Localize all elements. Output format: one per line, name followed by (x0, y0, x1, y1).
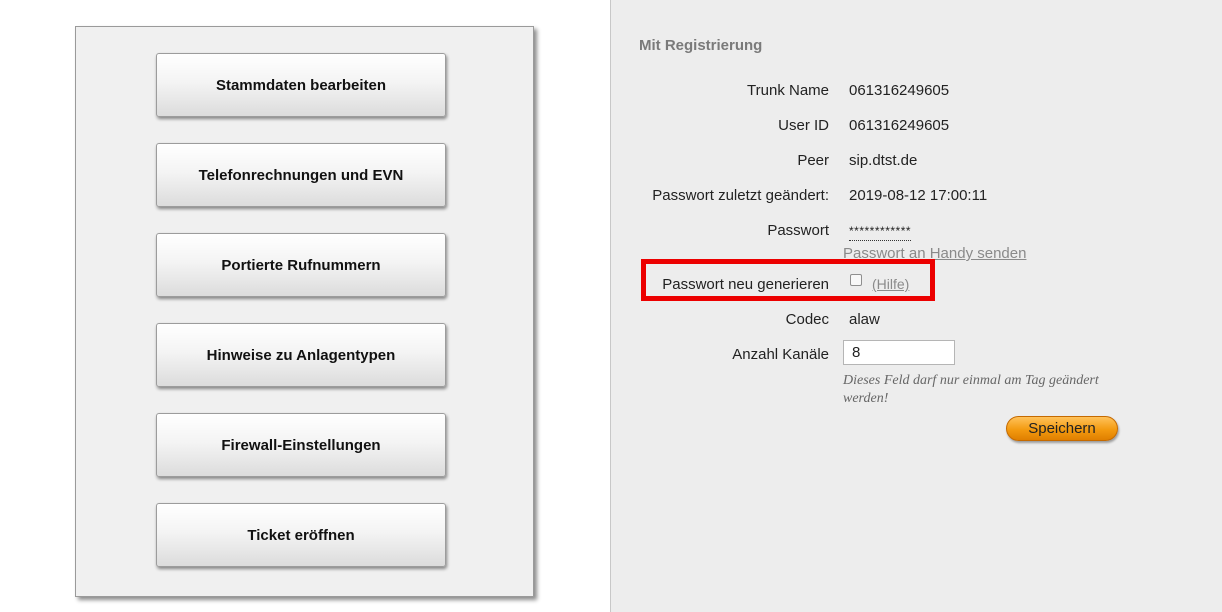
channels-input[interactable] (843, 340, 955, 365)
password-changed-value: 2019-08-12 17:00:11 (849, 187, 988, 204)
user-id-label: User ID (778, 117, 829, 134)
user-id-value: 061316249605 (849, 117, 950, 134)
channels-label: Anzahl Kanäle (732, 346, 829, 363)
password-label: Passwort (767, 222, 829, 239)
trunk-form-panel: Mit Registrierung Trunk Name 06131624960… (611, 0, 1222, 612)
menu-button-firewall[interactable]: Firewall-Einstellungen (156, 413, 446, 477)
trunk-name-label: Trunk Name (747, 82, 829, 99)
section-title: Mit Registrierung (639, 37, 763, 54)
menu-button-portierte-rufnummern[interactable]: Portierte Rufnummern (156, 233, 446, 297)
menu-button-anlagentypen[interactable]: Hinweise zu Anlagentypen (156, 323, 446, 387)
menu-button-telefonrechnungen[interactable]: Telefonrechnungen und EVN (156, 143, 446, 207)
codec-value: alaw (849, 311, 880, 328)
peer-value: sip.dtst.de (849, 152, 918, 169)
menu-button-ticket[interactable]: Ticket eröffnen (156, 503, 446, 567)
menu-button-stammdaten[interactable]: Stammdaten bearbeiten (156, 53, 446, 117)
channels-hint: Dieses Feld darf nur einmal am Tag geänd… (843, 373, 1099, 406)
password-changed-label: Passwort zuletzt geändert: (652, 187, 829, 204)
peer-label: Peer (797, 152, 829, 169)
password-value: ************ (849, 222, 912, 241)
codec-label: Codec (785, 311, 829, 328)
save-button[interactable]: Speichern (1006, 416, 1118, 441)
highlight-box (641, 259, 935, 301)
password-mask: ************ (849, 224, 912, 241)
trunk-name-value: 061316249605 (849, 82, 950, 99)
menu-panel: Stammdaten bearbeiten Telefonrechnungen … (75, 26, 534, 597)
